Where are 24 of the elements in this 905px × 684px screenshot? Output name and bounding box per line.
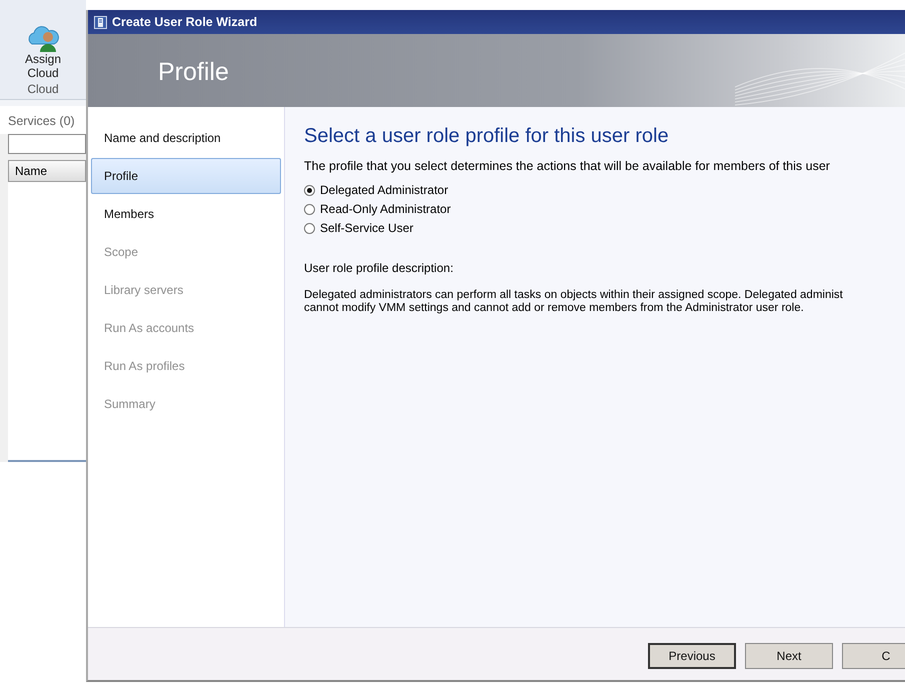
- description-text: Delegated administrators can perform all tasks on objects within their assigned scope. Delegated administ cannot modify VMM settings and cannot add or remove members from the Administrator user role.: [304, 289, 844, 315]
- search-field[interactable]: [8, 134, 86, 154]
- radio-icon[interactable]: [304, 204, 315, 214]
- wizard-button[interactable]: C: [842, 643, 905, 669]
- wizard-button[interactable]: Previous: [648, 643, 736, 669]
- pane-title: Services (0): [0, 100, 86, 134]
- description-label: User role profile description:: [304, 261, 454, 275]
- window-title: Create User Role Wizard: [112, 15, 258, 29]
- wizard-step[interactable]: Members: [91, 196, 281, 232]
- ribbon-group-label: Cloud: [27, 82, 59, 96]
- wizard-step[interactable]: Profile: [91, 158, 281, 194]
- assign-cloud-button[interactable]: Assign Cloud: [24, 22, 62, 80]
- profile-radio[interactable]: Delegated Administrator: [304, 183, 905, 197]
- radio-icon[interactable]: [304, 222, 315, 234]
- intro-text: The profile that you select determines the actions that will be available for members of this user: [304, 159, 831, 173]
- page-title: Profile: [157, 57, 229, 87]
- profile-radio[interactable]: Self-Service User: [304, 221, 905, 235]
- profile-radio[interactable]: Read-Only Administrator: [304, 202, 905, 216]
- window-icon: [94, 16, 107, 28]
- column-header[interactable]: Name: [8, 160, 86, 182]
- wizard-button[interactable]: Next: [745, 643, 833, 669]
- wizard-step[interactable]: Name and description: [91, 120, 281, 156]
- radio-icon[interactable]: [304, 184, 315, 196]
- content-heading: Select a user role profile for this user role: [304, 125, 670, 148]
